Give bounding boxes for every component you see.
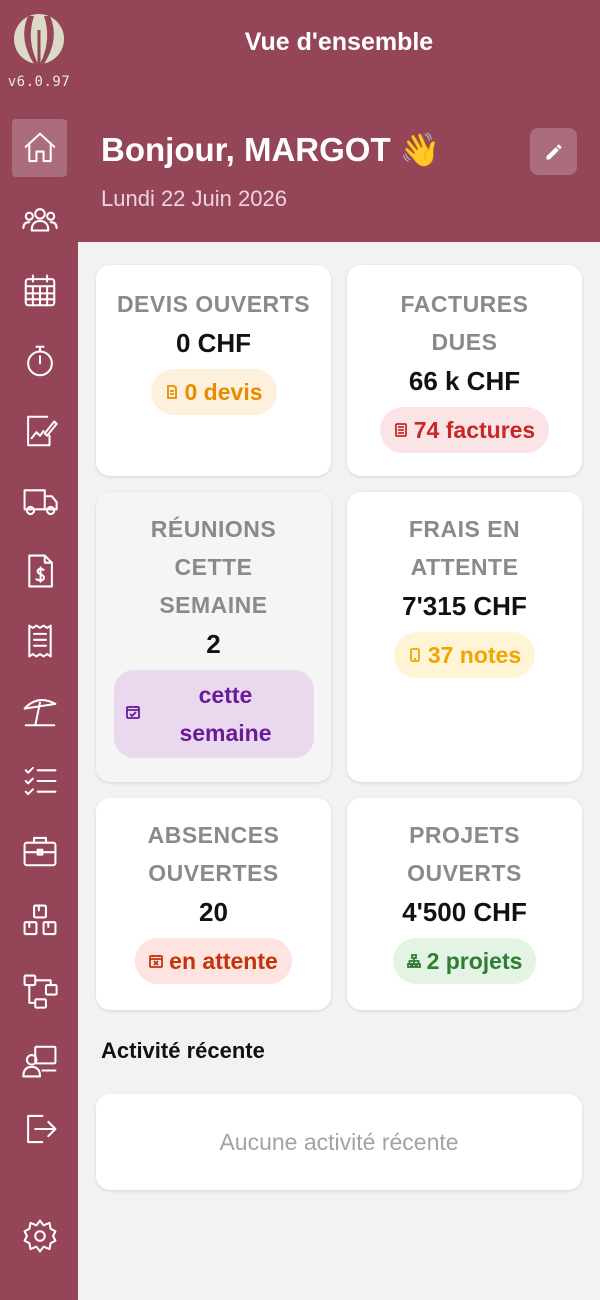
status-badge: 0 devis (150, 369, 277, 415)
page-header: Vue d'ensemble Bonjour, MARGOT 👋 Lundi 2… (78, 0, 600, 242)
sidebar-item-inventory[interactable] (12, 892, 67, 950)
status-badge: 2 projets (392, 938, 537, 984)
sidebar-item-calendar[interactable] (12, 262, 67, 320)
card-label: CETTE (174, 554, 253, 580)
badge-text: 74 factures (413, 416, 536, 443)
stopwatch-icon (26, 345, 53, 377)
badge-text: 2 projets (426, 947, 523, 974)
sitemap-icon (406, 954, 421, 968)
sidebar-item-invoices[interactable] (12, 542, 67, 600)
hierarchy-icon (23, 974, 58, 1009)
card-value: 7'315 CHF (402, 591, 527, 621)
card-label: DEVIS OUVERTS (116, 291, 311, 317)
home-icon (24, 132, 55, 163)
logout-icon (26, 1114, 56, 1144)
sidebar-item-receipts[interactable] (12, 612, 67, 670)
status-badge: 37 notes (393, 632, 536, 678)
pencil-icon (546, 143, 562, 159)
beach-umbrella-icon (23, 699, 56, 727)
sidebar-item-workflow[interactable] (12, 962, 67, 1020)
card-value: 0 CHF (175, 328, 252, 358)
card-open-projects[interactable]: PROJETS OUVERTS 4'500 CHF 2 projets (347, 798, 582, 1010)
sidebar-item-home[interactable] (12, 119, 67, 177)
list-doc-icon (394, 423, 407, 437)
card-label: DUES (431, 329, 498, 355)
app-version: v6.0.97 (7, 74, 71, 90)
page-title: Vue d'ensemble (244, 28, 434, 56)
card-label: ABSENCES (147, 822, 280, 848)
waving-hand-icon: 👋 (399, 130, 441, 169)
users-icon (21, 208, 58, 232)
sidebar-item-users[interactable] (12, 192, 67, 250)
signature-chart-icon (26, 415, 58, 447)
document-icon (166, 385, 177, 399)
badge-text: cette semaine (179, 682, 272, 746)
card-value: 4'500 CHF (402, 897, 527, 927)
sidebar-item-settings[interactable] (12, 1207, 67, 1265)
card-label: FRAIS EN (408, 516, 521, 542)
gear-icon (23, 1219, 56, 1253)
app-logo (14, 14, 64, 64)
greeting: Bonjour, MARGOT 👋 (101, 130, 441, 170)
checklist-icon (24, 766, 56, 796)
sidebar-item-holidays[interactable] (12, 682, 67, 740)
receipt-icon (27, 624, 52, 658)
calendar-x-icon (149, 955, 164, 968)
empty-state-text: Aucune activité récente (219, 1128, 459, 1155)
card-value: 66 k CHF (408, 366, 521, 396)
calendar-icon (24, 274, 55, 307)
invoice-dollar-icon (27, 554, 53, 588)
card-due-invoices[interactable]: FACTURES DUES 66 k CHF 74 factures (347, 265, 582, 476)
card-label: RÉUNIONS (150, 516, 277, 542)
card-value: 20 (199, 897, 228, 927)
truck-icon (23, 489, 58, 516)
card-open-absences[interactable]: ABSENCES OUVERTES 20 en attente (96, 798, 331, 1010)
sidebar-item-remote[interactable] (12, 1032, 67, 1090)
sidebar-item-logout[interactable] (12, 1100, 67, 1158)
sidebar: v6.0.97 (0, 0, 78, 1300)
card-label: SEMAINE (159, 592, 268, 618)
recent-activity-title: Activité récente (101, 1038, 265, 1063)
card-open-quotes[interactable]: DEVIS OUVERTS 0 CHF 0 devis (96, 265, 331, 476)
card-meetings-this-week[interactable]: RÉUNIONS CETTE SEMAINE 2 cette semaine (96, 492, 331, 782)
status-badge: 74 factures (379, 407, 550, 453)
sidebar-item-business[interactable] (12, 822, 67, 880)
card-label: OUVERTS (407, 860, 522, 886)
calendar-check-icon (125, 706, 140, 719)
greeting-text: Bonjour, MARGOT (101, 131, 391, 168)
card-label: ATTENTE (410, 554, 519, 580)
recent-activity-list: Aucune activité récente (96, 1094, 582, 1190)
card-value: 2 (206, 629, 221, 659)
status-badge: en attente (135, 938, 292, 984)
edit-button[interactable] (530, 128, 577, 175)
sidebar-item-timer[interactable] (12, 332, 67, 390)
badge-text: en attente (169, 947, 278, 974)
user-screen-icon (21, 1045, 56, 1078)
sidebar-item-delivery[interactable] (12, 472, 67, 530)
briefcase-icon (23, 836, 56, 867)
logo-mark-icon (24, 16, 54, 64)
mobile-icon (409, 648, 420, 662)
badge-text: 0 devis (184, 378, 263, 405)
boxes-icon (23, 904, 56, 936)
badge-text: 37 notes (427, 641, 522, 668)
sidebar-item-tasks[interactable] (12, 752, 67, 810)
status-badge: cette semaine (113, 670, 314, 758)
card-label: PROJETS (409, 822, 520, 848)
sidebar-item-signature[interactable] (12, 402, 67, 460)
card-label: OUVERTES (148, 860, 279, 886)
current-date: Lundi 22 Juin 2026 (101, 186, 287, 211)
card-pending-expenses[interactable]: FRAIS EN ATTENTE 7'315 CHF 37 notes (347, 492, 582, 782)
card-label: FACTURES (400, 291, 529, 317)
